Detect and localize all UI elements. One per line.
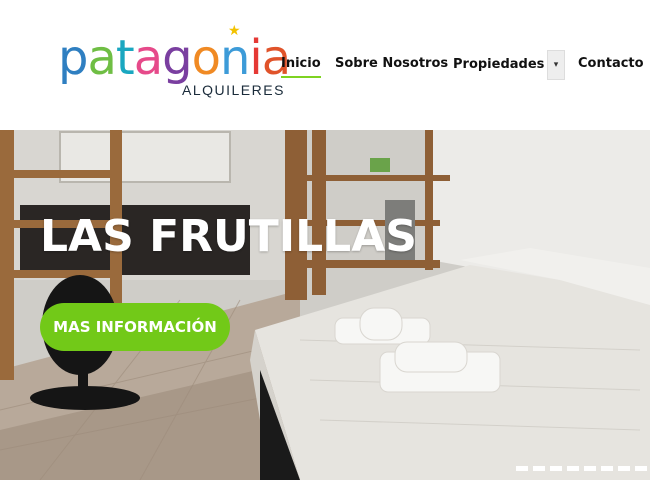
logo-letter-8: i: [249, 30, 262, 86]
propiedades-dropdown-toggle[interactable]: ▾: [547, 50, 565, 80]
logo[interactable]: patagonia ★ ALQUILERES: [58, 23, 291, 108]
logo-wordmark: patagonia: [58, 30, 291, 86]
star-icon: ★: [228, 23, 241, 39]
hero-title: LAS FRUTILLAS: [40, 211, 417, 262]
nav-item-sobre-nosotros[interactable]: Sobre Nosotros: [335, 50, 448, 80]
nav-item-propiedades[interactable]: Propiedades: [453, 51, 544, 81]
nav-item-inicio[interactable]: Inicio: [281, 50, 321, 80]
logo-letter-3: t: [115, 30, 135, 86]
logo-subtitle: ALQUILERES: [182, 82, 285, 98]
hero-slider: LAS FRUTILLAS MAS INFORMACIÓN: [0, 130, 650, 480]
logo-letter-1: p: [58, 30, 88, 86]
slide-dot-1[interactable]: [516, 466, 528, 471]
slide-dot-8[interactable]: [635, 466, 647, 471]
site-header: patagonia ★ ALQUILERES Inicio Sobre Noso…: [0, 0, 650, 130]
logo-letter-4: a: [133, 30, 163, 86]
slide-dot-3[interactable]: [550, 466, 562, 471]
slide-dot-7[interactable]: [618, 466, 630, 471]
logo-letter-7: n: [219, 30, 250, 86]
logo-letter-2: a: [87, 30, 116, 86]
slide-dot-2[interactable]: [533, 466, 545, 471]
caret-down-icon: ▾: [553, 60, 559, 70]
slide-dot-6[interactable]: [601, 466, 613, 471]
logo-letter-6: o: [191, 30, 221, 86]
slide-dot-5[interactable]: [584, 466, 596, 471]
logo-letter-5: g: [162, 30, 192, 86]
nav-item-contacto[interactable]: Contacto: [578, 50, 644, 80]
slide-indicators: [516, 466, 650, 472]
slide-dot-4[interactable]: [567, 466, 579, 471]
more-info-button[interactable]: MAS INFORMACIÓN: [40, 303, 230, 351]
